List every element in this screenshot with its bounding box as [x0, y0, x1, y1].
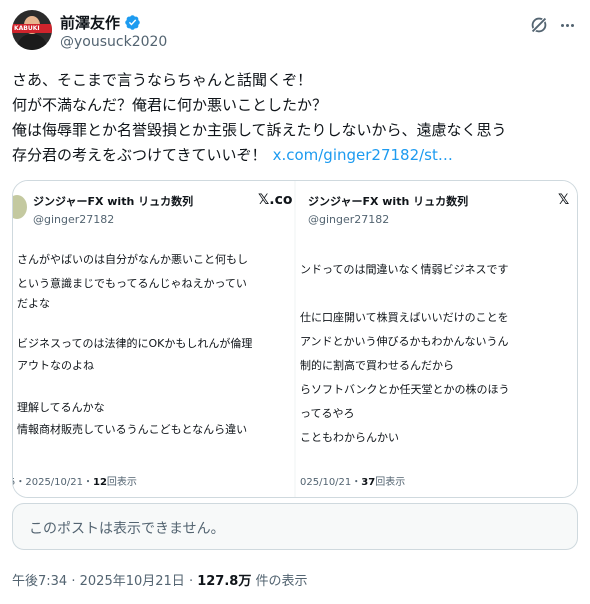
screenshot-views: 37 [361, 477, 376, 488]
tweet-time[interactable]: 午後7:34 [12, 574, 67, 589]
tweet-line: 何が不満なんだ？俺君に何か悪いことしたか？ [12, 96, 328, 114]
meta-separator: · [71, 574, 76, 589]
tweet-views-label: 件の表示 [255, 574, 308, 589]
verified-badge-icon [125, 15, 140, 30]
screenshot-meta: 5・2025/10/21・12回表示 [13, 473, 137, 488]
screenshot-line: アウトなのよね [17, 359, 94, 372]
screenshot-line: 制的に割高で買わせるんだから [300, 359, 454, 372]
screenshot-avatar [13, 195, 27, 219]
grok-icon[interactable] [528, 14, 550, 36]
tweet-line: 存分君の考えをぶつけてきていいぞ！ [12, 146, 267, 164]
more-dot [570, 23, 574, 27]
screenshot-author-handle: @ginger27182 [33, 213, 115, 226]
x-logo-icon: 𝕏 [558, 192, 570, 208]
tweet-meta: 午後7:34 · 2025年10月21日 · 127.8万 件の表示 [12, 570, 308, 589]
author-display-name[interactable]: 前澤友作 [60, 12, 120, 33]
screenshot-line: ンドってのは間違いなく情弱ビジネスです [300, 263, 509, 276]
tweet-date[interactable]: 2025年10月21日 [80, 574, 185, 589]
screenshot-line: アンドとかいう伸びるかもわかんないうん [300, 335, 509, 348]
screenshot-author-name: ジンジャーFX with リュカ数列 [308, 195, 469, 208]
screenshot-author-handle: @ginger27182 [308, 213, 390, 226]
avatar-label: KABUKI [14, 25, 40, 32]
media-image-left[interactable]: ジンジャーFX with リュカ数列 @ginger27182 𝕏.co さんが… [13, 181, 294, 497]
tweet-header: KABUKI 前澤友作 @yousuck2020 [12, 10, 578, 56]
screenshot-meta: 025/10/21・37回表示 [300, 473, 405, 488]
screenshot-line: 情報商材販売しているうんこどもとなんら違い [17, 423, 248, 436]
more-dot [565, 23, 569, 27]
media-image-right[interactable]: ジンジャーFX with リュカ数列 @ginger27182 𝕏 ンドってのは… [296, 181, 577, 497]
media-grid: ジンジャーFX with リュカ数列 @ginger27182 𝕏.co さんが… [12, 180, 578, 498]
screenshot-line: という意識まじでもってるんじゃねえかってい [17, 277, 247, 290]
tweet-link[interactable]: x.com/ginger27182/st… [273, 146, 453, 164]
author-name-row[interactable]: 前澤友作 [60, 12, 141, 33]
screenshot-date: 5・2025/10/21・ [13, 477, 93, 488]
screenshot-line: らソフトバンクとか任天堂とかの株のほう [300, 383, 510, 396]
screenshot-date: 025/10/21・ [300, 477, 362, 488]
screenshot-line: ってるやろ [300, 407, 355, 420]
screenshot-line: 仕に口座開いて株買えばいいだけのことを [300, 311, 509, 324]
tweet-text: さあ、そこまで言うならちゃんと話聞くぞ！ 何が不満なんだ？俺君に何か悪いことした… [12, 68, 582, 168]
more-icon[interactable] [556, 14, 578, 36]
meta-separator: · [188, 574, 194, 589]
screenshot-views: 12 [93, 477, 107, 488]
tweet-views-count: 127.8万 [197, 574, 252, 589]
tweet-line: さあ、そこまで言うならちゃんと話聞くぞ！ [12, 71, 313, 89]
screenshot-views-label: 回表示 [375, 477, 406, 488]
quoted-post-unavailable-text: このポストは表示できません。 [29, 521, 225, 537]
screenshot-views-label: 回表示 [106, 477, 137, 488]
x-logo-icon: 𝕏.co [258, 192, 293, 208]
screenshot-line: さんがやばいのは自分がなんか悪いこと何もし [17, 253, 248, 266]
quoted-post-unavailable[interactable]: このポストは表示できません。 [12, 503, 578, 550]
avatar-body [17, 34, 47, 50]
tweet-line: 俺は侮辱罪とか名誉毀損とか主張して訴えたりしないから、遠慮なく思う [12, 121, 507, 139]
more-dot [560, 23, 564, 27]
screenshot-line: こともわからんかい [300, 431, 399, 444]
screenshot-line: だよな [17, 297, 50, 310]
screenshot-line: ビジネスってのは法律的にOKかもしれんが倫理 [17, 337, 253, 350]
screenshot-line: 理解してるんかな [17, 401, 105, 414]
screenshot-author-name: ジンジャーFX with リュカ数列 [33, 195, 194, 208]
tweet-line-last: 存分君の考えをぶつけてきていいぞ！ x.com/ginger27182/st… [12, 143, 582, 168]
author-handle[interactable]: @yousuck2020 [60, 34, 167, 50]
author-avatar[interactable]: KABUKI [12, 10, 52, 50]
